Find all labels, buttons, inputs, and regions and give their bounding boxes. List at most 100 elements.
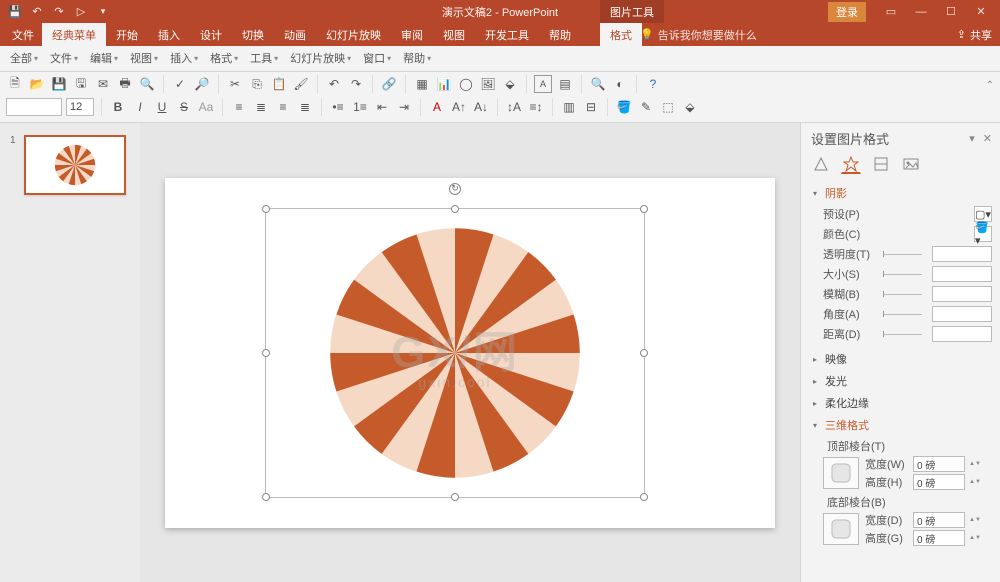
align-center-icon[interactable]: ≣ — [252, 98, 270, 116]
angle-slider[interactable] — [879, 311, 926, 317]
resize-handle-lm[interactable] — [262, 349, 270, 357]
clear-format-icon[interactable]: Aa — [197, 98, 215, 116]
picture-icon[interactable]: 🖼 — [479, 75, 497, 93]
resize-handle-tm[interactable] — [451, 205, 459, 213]
font-color-icon[interactable]: A — [428, 98, 446, 116]
maximize-icon[interactable]: ☐ — [936, 0, 966, 23]
size-slider[interactable] — [879, 271, 926, 277]
arrange-icon[interactable]: ⬚ — [659, 98, 677, 116]
increase-font-icon[interactable]: A↑ — [450, 98, 468, 116]
bold-icon[interactable]: B — [109, 98, 127, 116]
redo-icon[interactable]: ↷ — [52, 5, 66, 19]
color-dropdown[interactable]: 🪣▾ — [974, 226, 992, 242]
tab-developer[interactable]: 开发工具 — [475, 23, 539, 46]
font-family-input[interactable] — [6, 98, 62, 116]
resize-handle-tr[interactable] — [640, 205, 648, 213]
top-bevel-height-input[interactable]: 0 磅 — [913, 474, 965, 490]
spin-icon[interactable]: ▲▼ — [969, 535, 979, 541]
slide-thumb-1[interactable]: 1 — [10, 135, 130, 195]
align-left-icon[interactable]: ≡ — [230, 98, 248, 116]
tab-view[interactable]: 视图 — [433, 23, 475, 46]
quick-styles-icon[interactable]: ⬙ — [681, 98, 699, 116]
undo-icon[interactable]: ↶ — [30, 5, 44, 19]
qat-dropdown-icon[interactable]: ▾ — [96, 5, 110, 19]
tab-design[interactable]: 设计 — [190, 23, 232, 46]
preview-icon[interactable]: 🔍 — [138, 75, 156, 93]
underline-icon[interactable]: U — [153, 98, 171, 116]
blur-input[interactable] — [932, 286, 992, 302]
pane-dropdown-icon[interactable]: ▾ — [969, 132, 975, 145]
shape-outline-icon[interactable]: ✎ — [637, 98, 655, 116]
distance-slider[interactable] — [879, 331, 926, 337]
menu-format[interactable]: 格式 — [206, 49, 242, 67]
size-properties-icon[interactable] — [871, 154, 891, 174]
decrease-font-icon[interactable]: A↓ — [472, 98, 490, 116]
tab-format[interactable]: 格式 — [600, 23, 642, 46]
undo-icon[interactable]: ↶ — [325, 75, 343, 93]
tab-review[interactable]: 审阅 — [391, 23, 433, 46]
angle-input[interactable] — [932, 306, 992, 322]
copy-icon[interactable]: ⎘ — [248, 75, 266, 93]
preset-dropdown[interactable]: ▢▾ — [974, 206, 992, 222]
redo-icon[interactable]: ↷ — [347, 75, 365, 93]
font-size-input[interactable]: 12 — [66, 98, 94, 116]
columns-icon[interactable]: ▥ — [560, 98, 578, 116]
table-icon[interactable]: ▦ — [413, 75, 431, 93]
shapes-icon[interactable]: ◯ — [457, 75, 475, 93]
numbering-icon[interactable]: 1≡ — [351, 98, 369, 116]
resize-handle-bl[interactable] — [262, 493, 270, 501]
save-icon[interactable]: 💾 — [8, 5, 22, 19]
menu-help[interactable]: 帮助 — [399, 49, 435, 67]
tell-me[interactable]: 💡 告诉我你想要做什么 — [640, 23, 757, 46]
section-reflection[interactable]: ▸映像 — [813, 348, 992, 370]
tab-animations[interactable]: 动画 — [274, 23, 316, 46]
tab-help[interactable]: 帮助 — [539, 23, 581, 46]
help-icon[interactable]: ? — [644, 75, 662, 93]
justify-icon[interactable]: ≣ — [296, 98, 314, 116]
format-painter-icon[interactable]: 🖌 — [292, 75, 310, 93]
cut-icon[interactable]: ✂ — [226, 75, 244, 93]
indent-icon[interactable]: ⇥ — [395, 98, 413, 116]
italic-icon[interactable]: I — [131, 98, 149, 116]
tab-home[interactable]: 开始 — [106, 23, 148, 46]
menu-insert[interactable]: 插入 — [166, 49, 202, 67]
paste-icon[interactable]: 📋 — [270, 75, 288, 93]
save-icon[interactable]: 💾 — [50, 75, 68, 93]
resize-handle-tl[interactable] — [262, 205, 270, 213]
spin-icon[interactable]: ▲▼ — [969, 461, 979, 467]
smartart-icon[interactable]: ⬙ — [501, 75, 519, 93]
top-bevel-preset[interactable] — [823, 457, 859, 489]
text-align-vertical-icon[interactable]: ⊟ — [582, 98, 600, 116]
transparency-slider[interactable] — [879, 251, 926, 257]
bottom-bevel-width-input[interactable]: 0 磅 — [913, 512, 965, 528]
login-button[interactable]: 登录 — [828, 2, 866, 22]
shape-fill-icon[interactable]: 🪣 — [615, 98, 633, 116]
mail-icon[interactable]: ✉ — [94, 75, 112, 93]
blur-slider[interactable] — [879, 291, 926, 297]
menu-view[interactable]: 视图 — [126, 49, 162, 67]
menu-window[interactable]: 窗口 — [359, 49, 395, 67]
section-shadow[interactable]: ▾阴影 — [813, 182, 992, 204]
color-grayscale-icon[interactable]: ◐ — [611, 75, 629, 93]
size-input[interactable] — [932, 266, 992, 282]
research-icon[interactable]: 🔎 — [193, 75, 211, 93]
new-icon[interactable]: 🗎 — [6, 75, 24, 93]
ribbon-display-options-icon[interactable]: ▭ — [876, 0, 906, 23]
textbox-icon[interactable]: A — [534, 75, 552, 93]
collapse-ribbon-icon[interactable]: ⌃ — [986, 80, 994, 91]
picture-icon[interactable] — [901, 154, 921, 174]
open-icon[interactable]: 📂 — [28, 75, 46, 93]
section-soft-edges[interactable]: ▸柔化边缘 — [813, 392, 992, 414]
resize-handle-rm[interactable] — [640, 349, 648, 357]
tab-insert[interactable]: 插入 — [148, 23, 190, 46]
tab-transitions[interactable]: 切换 — [232, 23, 274, 46]
menu-tools[interactable]: 工具 — [246, 49, 282, 67]
effects-icon[interactable] — [841, 154, 861, 174]
section-glow[interactable]: ▸发光 — [813, 370, 992, 392]
close-icon[interactable]: ✕ — [966, 0, 996, 23]
start-from-beginning-icon[interactable]: ▷ — [74, 5, 88, 19]
selection-box[interactable]: GX/网gxin.cool — [265, 208, 645, 498]
spin-icon[interactable]: ▲▼ — [969, 517, 979, 523]
fill-line-icon[interactable] — [811, 154, 831, 174]
menu-file[interactable]: 文件 — [46, 49, 82, 67]
